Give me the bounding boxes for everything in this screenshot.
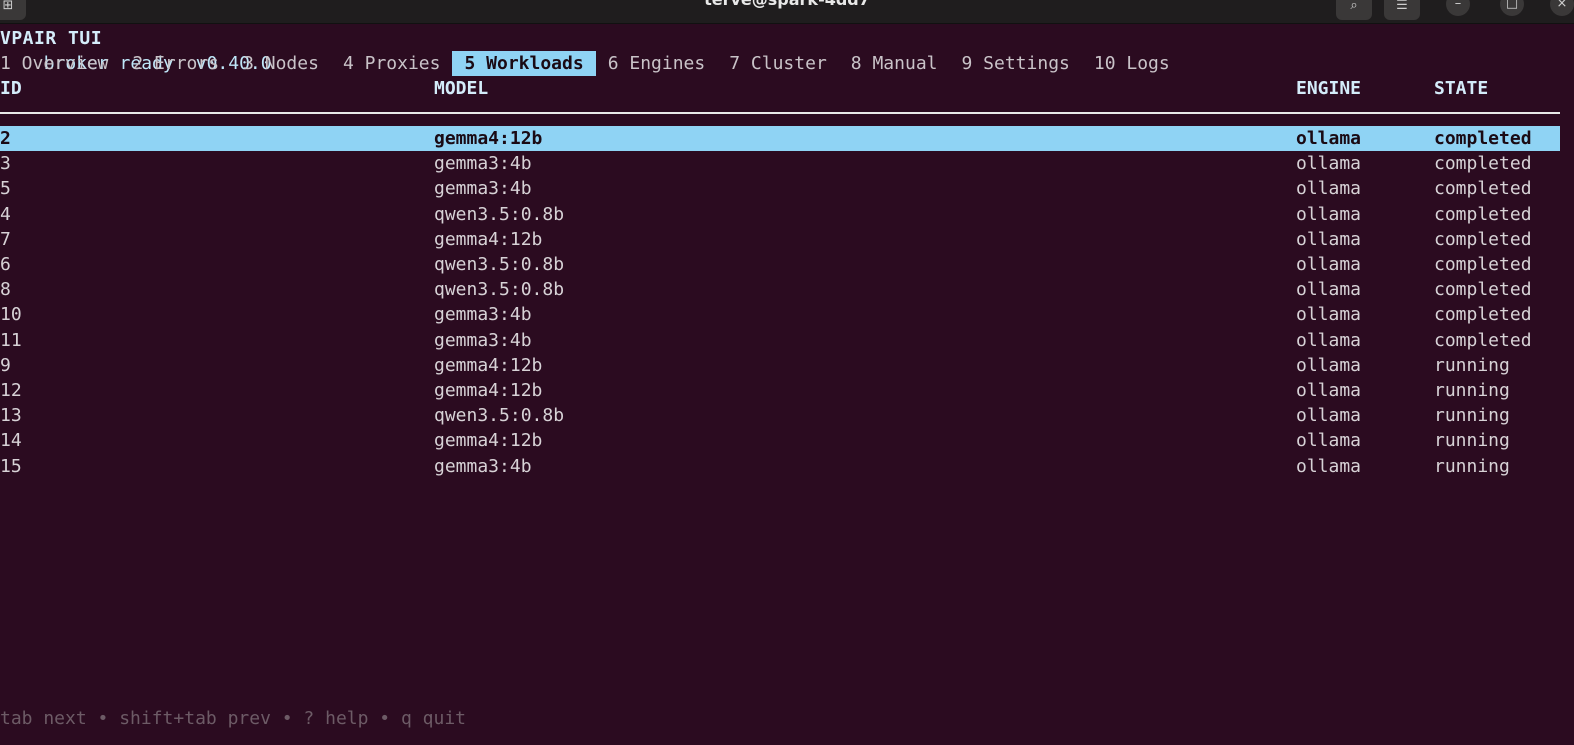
row-state: running bbox=[1434, 455, 1510, 477]
tab-errors[interactable]: 2 Errors bbox=[120, 51, 231, 76]
row-model: gemma3:4b bbox=[434, 178, 532, 200]
row-id: 15 bbox=[0, 455, 22, 477]
row-model: gemma4:12b bbox=[434, 128, 543, 149]
row-state: completed bbox=[1434, 254, 1532, 275]
column-header-state[interactable]: STATE bbox=[1434, 76, 1488, 101]
row-model: gemma4:12b bbox=[434, 430, 543, 452]
row-id: 4 bbox=[0, 203, 11, 225]
row-state: running bbox=[1434, 405, 1510, 427]
row-id: 10 bbox=[0, 304, 22, 326]
row-id: 12 bbox=[0, 380, 22, 401]
column-header-id[interactable]: ID bbox=[0, 76, 22, 101]
column-header-model[interactable]: MODEL bbox=[434, 76, 488, 101]
row-id: 9 bbox=[0, 354, 11, 376]
row-state: completed bbox=[1434, 128, 1532, 149]
row-model: qwen3.5:0.8b bbox=[434, 254, 565, 275]
table-row[interactable]: 4 qwen3.5:0.8b ollama completed bbox=[0, 202, 1560, 227]
row-model: qwen3.5:0.8b bbox=[434, 279, 565, 301]
row-model: gemma3:4b bbox=[434, 329, 532, 351]
tab-workloads[interactable]: 5 Workloads bbox=[452, 51, 596, 76]
row-state: running bbox=[1434, 430, 1510, 452]
row-engine: ollama bbox=[1296, 455, 1362, 477]
table-row[interactable]: 10 gemma3:4b ollama completed bbox=[0, 302, 1560, 327]
row-engine: ollama bbox=[1296, 354, 1362, 376]
tab-nodes[interactable]: 3 Nodes bbox=[231, 51, 331, 76]
table-row[interactable]: 8 qwen3.5:0.8b ollama completed bbox=[0, 277, 1560, 302]
terminal-menu-icon[interactable]: ⊞ bbox=[0, 0, 26, 20]
row-engine: ollama bbox=[1296, 203, 1362, 225]
row-id: 14 bbox=[0, 430, 22, 452]
table-row[interactable]: 14 gemma4:12b ollama running bbox=[0, 428, 1560, 453]
row-model: qwen3.5:0.8b bbox=[434, 203, 565, 225]
table-row[interactable]: 7 gemma4:12b ollama completed bbox=[0, 227, 1560, 252]
hamburger-menu-icon[interactable]: ☰ bbox=[1384, 0, 1420, 20]
row-state: running bbox=[1434, 380, 1510, 401]
table-row[interactable]: 6 qwen3.5:0.8b ollama completed bbox=[0, 252, 1560, 277]
header-divider bbox=[0, 112, 1560, 114]
row-id: 3 bbox=[0, 153, 11, 175]
tab-bar: 1 Overview 2 Errors 3 Nodes 4 Proxies 5 Work… bbox=[0, 51, 1182, 76]
row-state: running bbox=[1434, 354, 1510, 376]
row-id: 5 bbox=[0, 178, 11, 200]
window-titlebar: ⊞ terve@spark-4dd7 ⌕ ☰ – □ × bbox=[0, 0, 1574, 24]
row-id: 2 bbox=[0, 128, 11, 149]
row-id: 8 bbox=[0, 279, 11, 301]
row-engine: ollama bbox=[1296, 329, 1362, 351]
row-model: qwen3.5:0.8b bbox=[434, 405, 565, 427]
table-row[interactable]: 13 qwen3.5:0.8b ollama running bbox=[0, 403, 1560, 428]
tab-logs[interactable]: 10 Logs bbox=[1082, 51, 1182, 76]
tab-settings[interactable]: 9 Settings bbox=[950, 51, 1082, 76]
tab-overview[interactable]: 1 Overview bbox=[0, 51, 120, 76]
row-engine: ollama bbox=[1296, 304, 1362, 326]
row-model: gemma3:4b bbox=[434, 153, 532, 175]
table-row[interactable]: 15 gemma3:4b ollama running bbox=[0, 454, 1560, 479]
tab-engines[interactable]: 6 Engines bbox=[596, 51, 718, 76]
key-hints: tab next • shift+tab prev • ? help • q q… bbox=[0, 708, 466, 729]
row-id: 6 bbox=[0, 254, 11, 275]
maximize-icon[interactable]: □ bbox=[1500, 0, 1524, 16]
column-header-engine[interactable]: ENGINE bbox=[1296, 76, 1361, 101]
close-icon[interactable]: × bbox=[1550, 0, 1574, 16]
row-model: gemma4:12b bbox=[434, 354, 543, 376]
table-row[interactable]: 5 gemma3:4b ollama completed bbox=[0, 176, 1560, 201]
search-icon[interactable]: ⌕ bbox=[1336, 0, 1372, 20]
row-state: completed bbox=[1434, 153, 1532, 175]
window-title: terve@spark-4dd7 bbox=[600, 0, 974, 9]
table-row[interactable]: 2 gemma4:12b ollama completed bbox=[0, 126, 1560, 151]
table-row[interactable]: 11 gemma3:4b ollama completed bbox=[0, 328, 1560, 353]
table-row[interactable]: 3 gemma3:4b ollama completed bbox=[0, 151, 1560, 176]
row-engine: ollama bbox=[1296, 430, 1362, 452]
row-id: 11 bbox=[0, 329, 22, 351]
row-engine: ollama bbox=[1296, 254, 1362, 275]
table-row[interactable]: 12 gemma4:12b ollama running bbox=[0, 378, 1560, 403]
row-id: 13 bbox=[0, 405, 22, 427]
row-state: completed bbox=[1434, 203, 1532, 225]
row-engine: ollama bbox=[1296, 405, 1362, 427]
tab-cluster[interactable]: 7 Cluster bbox=[717, 51, 839, 76]
row-engine: ollama bbox=[1296, 128, 1362, 149]
row-id: 7 bbox=[0, 228, 11, 250]
tab-manual[interactable]: 8 Manual bbox=[839, 51, 950, 76]
row-state: completed bbox=[1434, 178, 1532, 200]
row-model: gemma3:4b bbox=[434, 304, 532, 326]
table-row[interactable]: 9 gemma4:12b ollama running bbox=[0, 353, 1560, 378]
row-engine: ollama bbox=[1296, 380, 1362, 401]
row-engine: ollama bbox=[1296, 228, 1362, 250]
row-model: gemma4:12b bbox=[434, 380, 543, 401]
row-engine: ollama bbox=[1296, 279, 1362, 301]
row-state: completed bbox=[1434, 304, 1532, 326]
row-model: gemma4:12b bbox=[434, 228, 543, 250]
minimize-icon[interactable]: – bbox=[1446, 0, 1470, 16]
row-engine: ollama bbox=[1296, 178, 1362, 200]
row-state: completed bbox=[1434, 329, 1532, 351]
row-engine: ollama bbox=[1296, 153, 1362, 175]
row-model: gemma3:4b bbox=[434, 455, 532, 477]
status-area: broker ready v0.40.0 bbox=[0, 26, 1560, 74]
tab-proxies[interactable]: 4 Proxies bbox=[331, 51, 453, 76]
row-state: completed bbox=[1434, 279, 1532, 301]
row-state: completed bbox=[1434, 228, 1532, 250]
